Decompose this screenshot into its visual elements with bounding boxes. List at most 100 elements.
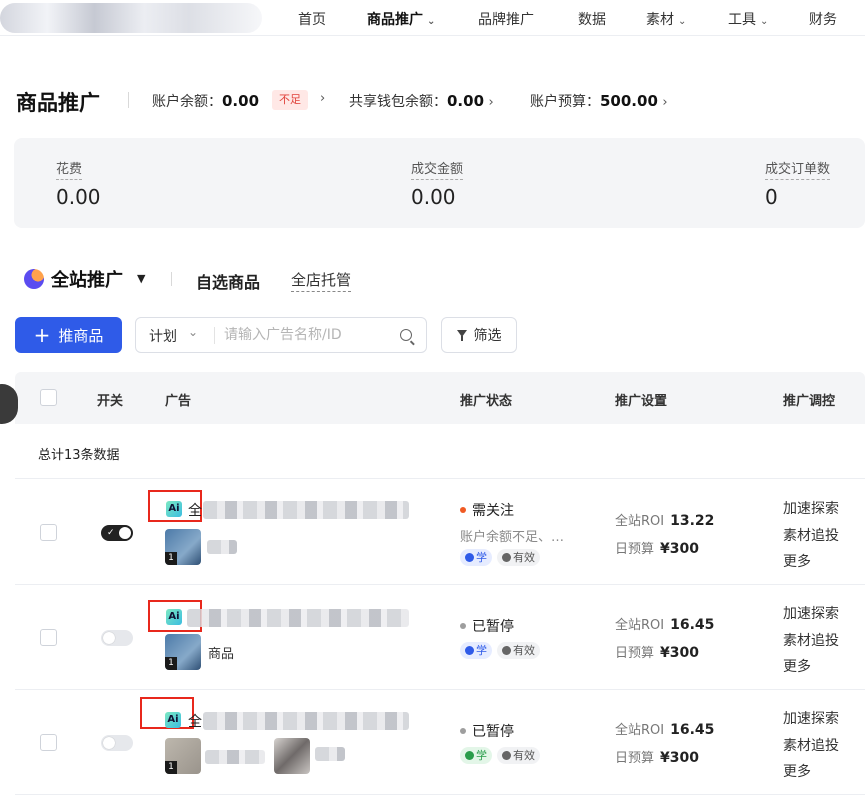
divider (171, 272, 172, 286)
more-link[interactable]: 更多 (783, 656, 811, 676)
chevron-down-icon: ⌄ (760, 16, 769, 27)
daily-budget-setting[interactable]: 日预算 ¥300 (615, 747, 699, 766)
nav-item-product-promo[interactable]: 商品推广 ⌄ (367, 9, 435, 29)
tab-full-site-promo[interactable]: 全站推广 (51, 266, 123, 292)
accelerate-explore-link[interactable]: 加速探索 (783, 498, 839, 518)
roi-value: 13.22 (670, 513, 715, 529)
total-count: 总计13条数据 (38, 448, 120, 463)
status-toggle[interactable] (101, 735, 133, 751)
clock-icon (465, 553, 474, 562)
table-row[interactable]: ✓ Ai 全 1 需关注 账户余额不足、… 学 有效 全站ROI 13.22 日预… (15, 480, 865, 585)
caret-down-icon[interactable]: ▼ (137, 272, 145, 285)
wallet-value: 0.00 (447, 92, 485, 110)
material-boost-link[interactable]: 素材追投 (783, 525, 839, 545)
roi-label: 全站ROI (615, 514, 665, 529)
status-detail[interactable]: 账户余额不足、… (460, 526, 564, 545)
thumbnail-index: 1 (165, 761, 177, 774)
learning-tag: 学 (460, 549, 492, 566)
tag-label: 学 (476, 644, 487, 657)
accelerate-explore-link[interactable]: 加速探索 (783, 708, 839, 728)
table-row[interactable]: Ai 全 1 已暂停 学 有效 全站ROI 16.45 日预算 ¥300 加速探索 … (15, 690, 865, 795)
divider (214, 327, 215, 344)
nav-item-data[interactable]: 数据 (578, 9, 606, 29)
more-link[interactable]: 更多 (783, 551, 811, 571)
daily-budget-setting[interactable]: 日预算 ¥300 (615, 538, 699, 557)
add-product-button[interactable]: + 推商品 (15, 317, 122, 353)
row-checkbox[interactable] (40, 734, 57, 751)
nav-item-finance[interactable]: 财务 (809, 9, 837, 29)
column-header-status[interactable]: 推广状态 (460, 390, 512, 409)
status-toggle[interactable]: ✓ (101, 525, 133, 541)
daily-budget-setting[interactable]: 日预算 ¥300 (615, 642, 699, 661)
product-name-redacted (315, 747, 345, 761)
add-product-label: 推商品 (58, 326, 104, 345)
filter-button[interactable]: 筛选 (441, 317, 517, 353)
product-thumbnail[interactable]: 1 (165, 529, 201, 565)
stat-label-orders[interactable]: 成交订单数 (765, 158, 831, 180)
material-boost-link[interactable]: 素材追投 (783, 630, 839, 650)
chevron-down-icon: ⌄ (427, 16, 436, 27)
ad-name-redacted (203, 501, 409, 519)
nav-item-brand-promo[interactable]: 品牌推广 (478, 9, 534, 29)
status-text: 已暂停 (472, 619, 514, 635)
learning-tag: 学 (460, 747, 492, 764)
product-thumbnail[interactable]: 1 (165, 634, 201, 670)
page-title: 商品推广 (16, 91, 100, 115)
tag-label: 有效 (513, 749, 535, 762)
nav-item-label: 商品推广 (367, 12, 423, 28)
status-dot (460, 507, 466, 513)
search-input[interactable] (224, 325, 394, 345)
filter-icon (456, 329, 468, 341)
search-icon[interactable] (400, 329, 412, 341)
status-dot (460, 623, 466, 629)
wallet-label: 共享钱包余额： (349, 94, 447, 110)
logo[interactable] (0, 3, 262, 33)
budget-value: ¥300 (660, 750, 699, 766)
stat-label-spend[interactable]: 花费 (56, 158, 83, 180)
roi-setting[interactable]: 全站ROI 13.22 (615, 510, 714, 529)
accelerate-explore-link[interactable]: 加速探索 (783, 603, 839, 623)
nav-item-label: 素材 (646, 12, 674, 28)
stat-value-orders: 0 (765, 185, 778, 209)
nav-item-tools[interactable]: 工具 ⌄ (728, 9, 768, 29)
roi-label: 全站ROI (615, 723, 665, 738)
shared-wallet-balance[interactable]: 共享钱包余额：0.00 › (349, 91, 494, 111)
row-checkbox[interactable] (40, 524, 57, 541)
tag-label: 有效 (513, 644, 535, 657)
material-boost-link[interactable]: 素材追投 (783, 735, 839, 755)
table-row[interactable]: Ai 1 商品 已暂停 学 有效 全站ROI 16.45 日预算 ¥300 加速探索… (15, 585, 865, 690)
roi-setting[interactable]: 全站ROI 16.45 (615, 719, 714, 738)
ai-icon: Ai (165, 712, 181, 728)
row-checkbox[interactable] (40, 629, 57, 646)
ad-name[interactable]: 全 (188, 711, 202, 731)
stat-label-gmv[interactable]: 成交金额 (411, 158, 464, 180)
tag-label: 学 (476, 749, 487, 762)
ad-name[interactable]: 全 (188, 500, 202, 520)
clock-icon (465, 751, 474, 760)
balance-value: 0.00 (222, 92, 260, 110)
promo-logo-icon (24, 269, 44, 289)
roi-setting[interactable]: 全站ROI 16.45 (615, 614, 714, 633)
product-thumbnail[interactable] (274, 738, 310, 774)
tab-selected-products[interactable]: 自选商品 (196, 269, 260, 293)
status-toggle[interactable] (101, 630, 133, 646)
column-header-control: 推广调控 (783, 394, 836, 409)
thumbnail-index: 1 (165, 552, 177, 565)
roi-value: 16.45 (670, 722, 715, 738)
chevron-down-icon[interactable]: ⌄ (188, 325, 198, 339)
tag-label: 学 (476, 551, 487, 564)
more-link[interactable]: 更多 (783, 761, 811, 781)
nav-item-home[interactable]: 首页 (298, 9, 326, 29)
nav-item-material[interactable]: 素材 ⌄ (646, 9, 686, 29)
check-icon: ✓ (107, 528, 115, 538)
clock-icon (465, 646, 474, 655)
select-all-checkbox[interactable] (40, 389, 57, 406)
valid-tag: 有效 (497, 747, 540, 764)
chevron-right-icon[interactable]: › (320, 91, 325, 106)
plan-select[interactable]: 计划 (149, 326, 177, 346)
account-budget[interactable]: 账户预算：500.00 › (530, 91, 668, 111)
tab-store-managed[interactable]: 全店托管 (291, 269, 352, 292)
budget-label: 日预算 (615, 751, 655, 766)
product-thumbnail[interactable]: 1 (165, 738, 201, 774)
chevron-down-icon: ⌄ (678, 16, 687, 27)
